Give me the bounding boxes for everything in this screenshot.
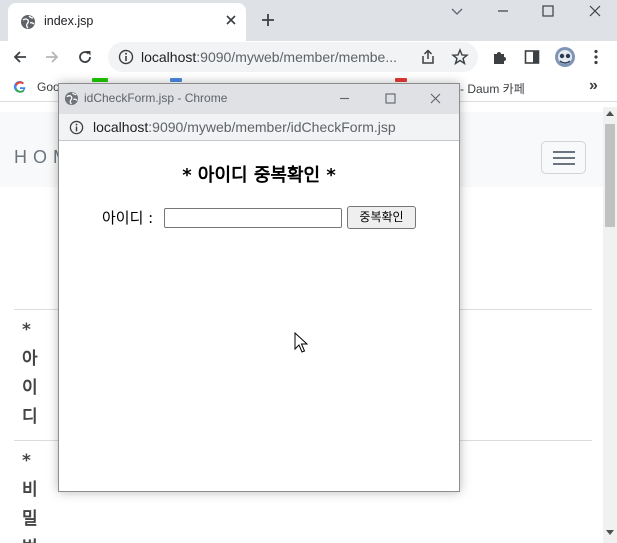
close-window-icon[interactable] (588, 4, 602, 18)
bookmarks-overflow-chevron[interactable]: » (589, 77, 598, 95)
popup-address-bar[interactable]: localhost:9090/myweb/member/idCheckForm.… (59, 114, 459, 141)
minimize-icon[interactable] (496, 4, 510, 18)
site-info-icon[interactable] (118, 49, 134, 65)
extensions-puzzle-icon[interactable] (491, 48, 509, 66)
bookmark-favicon-red (395, 78, 407, 82)
profile-avatar-icon[interactable] (554, 46, 576, 68)
page-scrollbar[interactable] (603, 107, 617, 543)
popup-heading: * 아이디 중복확인 * (182, 165, 336, 186)
kebab-menu-icon[interactable] (587, 48, 605, 66)
popup-title: idCheckForm.jsp - Chrome (84, 91, 228, 105)
popup-address-url: localhost:9090/myweb/member/idCheckForm.… (93, 119, 396, 135)
screen: index.jsp localhost:9090/myweb/member/me… (0, 0, 617, 543)
bookmark-star-icon[interactable] (451, 48, 469, 66)
duplicate-check-button[interactable]: 중복확인 (347, 206, 416, 229)
id-input[interactable] (164, 208, 342, 228)
google-icon (13, 81, 26, 93)
bookmark-favicon-green (92, 78, 108, 82)
popup-maximize-icon[interactable] (384, 92, 397, 105)
scroll-thumb[interactable] (605, 124, 615, 227)
tab-search-chevron-icon[interactable] (450, 4, 464, 18)
side-panel-icon[interactable] (523, 48, 541, 66)
mouse-cursor-icon (294, 332, 308, 353)
popup-minimize-icon[interactable] (338, 92, 351, 105)
scroll-down-arrow-icon[interactable] (606, 530, 614, 535)
maximize-icon[interactable] (541, 4, 555, 18)
popup-body: * 아이디 중복확인 * 아이디 : 중복확인 (59, 141, 459, 491)
bookmark-favicon-blue (170, 78, 182, 82)
bookmark-daum-cafe[interactable]: - Daum 카페 (460, 80, 525, 97)
globe-icon (21, 15, 35, 29)
address-url: localhost:9090/myweb/member/membe... (141, 49, 398, 65)
id-field-label: * 아 이 디 (22, 320, 38, 427)
popup-title-bar[interactable]: idCheckForm.jsp - Chrome (59, 84, 459, 114)
tab-title: index.jsp (44, 14, 94, 28)
navbar-toggle-button[interactable] (541, 141, 586, 174)
share-icon[interactable] (419, 48, 437, 66)
scroll-up-arrow-icon[interactable] (606, 111, 614, 116)
id-input-label: 아이디 : (102, 209, 154, 227)
popup-close-icon[interactable] (429, 92, 442, 105)
browser-toolbar: localhost:9090/myweb/member/membe... (0, 41, 617, 74)
reload-icon[interactable] (76, 48, 94, 66)
site-info-icon[interactable] (69, 120, 84, 135)
tab-strip: index.jsp (0, 0, 617, 41)
back-arrow-icon[interactable] (11, 48, 29, 66)
forward-arrow-icon[interactable] (43, 48, 61, 66)
hamburger-icon-bar (553, 163, 575, 165)
hamburger-icon-bar (553, 157, 575, 159)
new-tab-icon[interactable] (260, 12, 276, 28)
tab-index[interactable]: index.jsp (8, 3, 246, 41)
bookmark-google[interactable]: Goo (37, 80, 60, 94)
password-field-label: * 비 밀 번 (22, 451, 38, 543)
id-check-popup-window: idCheckForm.jsp - Chrome localhost:9090/… (58, 83, 460, 492)
close-tab-icon[interactable] (224, 13, 238, 27)
hamburger-icon-bar (553, 151, 575, 153)
globe-icon (64, 91, 79, 106)
